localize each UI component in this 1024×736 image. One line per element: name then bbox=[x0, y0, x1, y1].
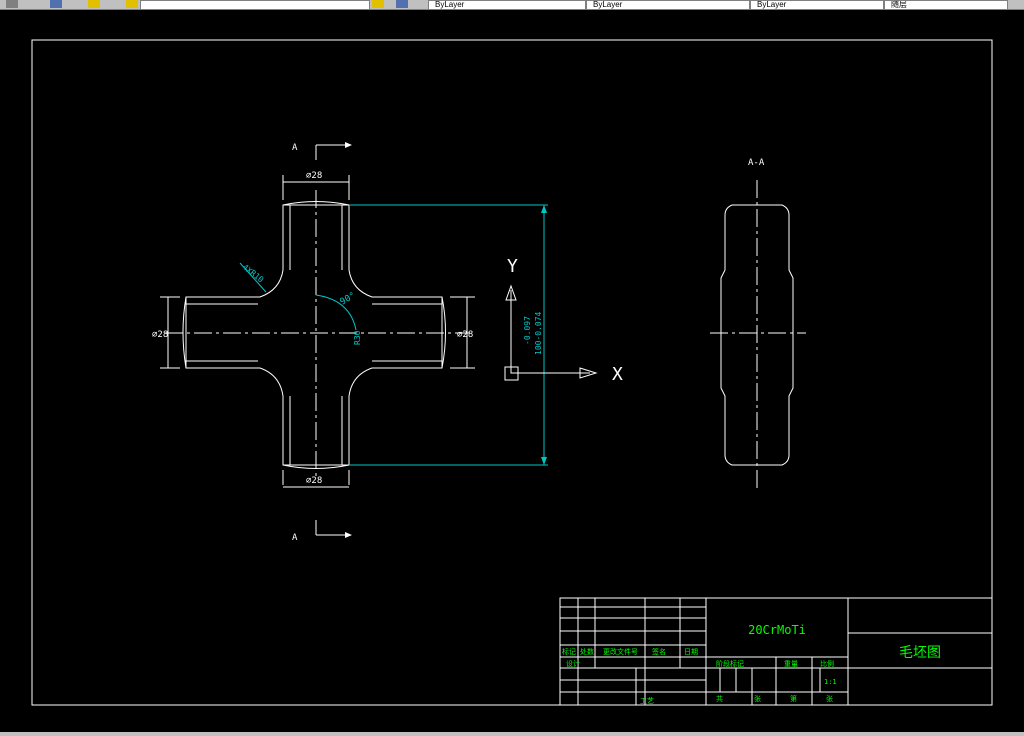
section-label-bottom: A bbox=[292, 533, 298, 543]
layer-previous-icon[interactable] bbox=[396, 0, 408, 8]
label-date: 日期 bbox=[684, 648, 698, 656]
label-process: 工艺 bbox=[640, 697, 654, 705]
label-count: 处数 bbox=[580, 647, 594, 656]
linetype-dropdown[interactable]: ByLayer bbox=[586, 0, 750, 9]
label-sheet2: 张 bbox=[826, 694, 833, 703]
label-scale: 比例 bbox=[820, 659, 834, 668]
drawing-canvas[interactable]: A A ⌀28 ⌀28 ⌀28 ⌀28 90° R30 4XR10 -0.097… bbox=[0, 10, 1024, 732]
dim-right: ⌀28 bbox=[457, 330, 473, 340]
scale-value: 1:1 bbox=[824, 678, 837, 686]
ucs-y-label: Y bbox=[507, 256, 518, 277]
lineweight-dropdown[interactable]: ByLayer bbox=[750, 0, 884, 9]
sun-icon[interactable] bbox=[88, 0, 100, 8]
section-label-top: A bbox=[292, 143, 298, 153]
label-sheet: 张 bbox=[754, 694, 761, 703]
dim-top: ⌀28 bbox=[306, 171, 322, 181]
chamfer-note: 4XR10 bbox=[241, 262, 266, 284]
lock-icon[interactable] bbox=[126, 0, 138, 8]
material-text: 20CrMoTi bbox=[748, 623, 806, 637]
layer-manager-icon[interactable] bbox=[372, 0, 384, 8]
save-icon[interactable] bbox=[6, 0, 18, 8]
dim-overall-tol: -0.097 bbox=[523, 316, 532, 345]
label-total: 共 bbox=[716, 694, 723, 703]
label-page: 第 bbox=[790, 694, 797, 703]
label-sign: 签名 bbox=[652, 647, 666, 656]
status-bar bbox=[0, 732, 1024, 736]
toolbar: ByLayer ByLayer ByLayer 随层 bbox=[0, 0, 1024, 10]
layer-icon[interactable] bbox=[50, 0, 62, 8]
section-view bbox=[710, 180, 806, 488]
dim-left: ⌀28 bbox=[152, 330, 168, 340]
label-file-no: 更改文件号 bbox=[603, 647, 638, 656]
label-design: 设计 bbox=[566, 659, 580, 668]
section-view-label: A-A bbox=[748, 158, 765, 168]
label-mark: 标记 bbox=[562, 647, 576, 656]
color-dropdown[interactable]: ByLayer bbox=[428, 0, 586, 9]
plotstyle-dropdown[interactable]: 随层 bbox=[884, 0, 1008, 9]
dim-angle-radius: R30 bbox=[353, 330, 362, 345]
dim-overall: 100-0.074 bbox=[534, 311, 543, 355]
part-name: 毛坯图 bbox=[899, 645, 941, 661]
label-weight: 重量 bbox=[784, 660, 798, 668]
dim-bottom: ⌀28 bbox=[306, 476, 322, 486]
dim-angle: 90° bbox=[339, 291, 358, 308]
ucs-x-label: X bbox=[612, 364, 623, 385]
layer-dropdown[interactable] bbox=[140, 0, 370, 9]
label-stage-mark: 阶段标记 bbox=[716, 659, 744, 668]
